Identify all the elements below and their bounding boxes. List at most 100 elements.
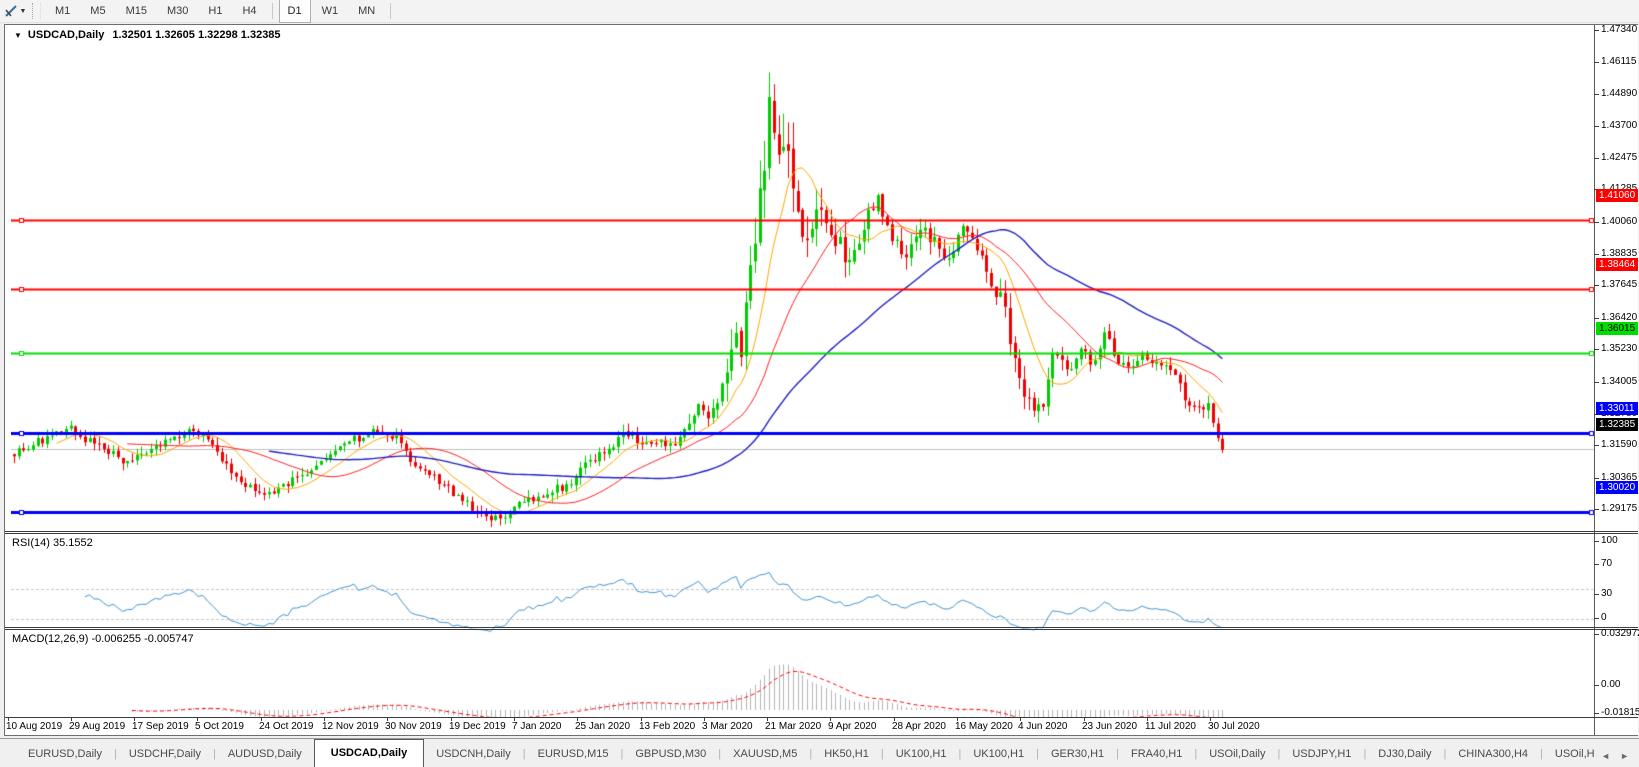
price-tick-mark <box>1594 94 1599 95</box>
tab-scroll-arrows: ◄ ► <box>1601 751 1639 767</box>
price-tick-mark <box>1594 30 1599 31</box>
chart-tab-uk100-h1[interactable]: UK100,H1 <box>961 742 1036 767</box>
chart-tab-usdcnh-daily[interactable]: USDCNH,Daily <box>424 742 523 767</box>
chart-tab-usoil-h[interactable]: USOil,H <box>1543 742 1601 767</box>
rsi-tick-label: 100 <box>1601 535 1618 546</box>
price-tick-mark <box>1594 445 1599 446</box>
chart-tab-usdjpy-h1[interactable]: USDJPY,H1 <box>1280 742 1363 767</box>
line-tools-icon[interactable]: ▼ <box>0 1 30 21</box>
price-tick-mark <box>1594 285 1599 286</box>
price-tick-label: 1.46115 <box>1601 56 1637 67</box>
price-tick-label: 1.37645 <box>1601 279 1638 290</box>
time-tick-label: 30 Jul 2020 <box>1208 721 1260 732</box>
timeframe-button-m30[interactable]: M30 <box>158 0 197 23</box>
price-tick-label: 1.42475 <box>1601 152 1638 163</box>
pane-separator[interactable] <box>5 629 1638 630</box>
time-tick-label: 5 Oct 2019 <box>195 721 244 732</box>
time-tick-label: 10 Aug 2019 <box>6 721 63 732</box>
macd-tick-label: 0.00 <box>1601 679 1621 690</box>
hline-price-label: 1.38464 <box>1596 258 1638 271</box>
chart-dropdown-icon[interactable]: ▼ <box>14 31 22 40</box>
macd-tick-mark <box>1594 685 1599 686</box>
chart-tab-gbpusd-m30[interactable]: GBPUSD,M30 <box>623 742 718 767</box>
current-price-label: 1.32385 <box>1596 418 1638 431</box>
time-tick-label: 24 Oct 2019 <box>259 721 314 732</box>
timeframe-button-m1[interactable]: M1 <box>46 0 79 23</box>
price-tick-mark <box>1594 222 1599 223</box>
price-tick-label: 1.44890 <box>1601 88 1638 99</box>
chart-tab-eurusd-daily[interactable]: EURUSD,Daily <box>16 742 114 767</box>
chart-tab-dj30-daily[interactable]: DJ30,Daily <box>1366 742 1443 767</box>
chart-tab-usdchf-daily[interactable]: USDCHF,Daily <box>117 742 213 767</box>
timeframe-button-m15[interactable]: M15 <box>117 0 156 23</box>
pane-separator[interactable] <box>5 627 1638 628</box>
time-axis[interactable]: 10 Aug 2019 29 Aug 2019 17 Sep 2019 5 Oct 2… <box>5 717 1594 735</box>
time-tick-label: 19 Dec 2019 <box>449 721 506 732</box>
macd-tick-label: 0.032972 <box>1601 628 1639 639</box>
chart-symbol-label: USDCAD,Daily <box>27 29 105 41</box>
chart-tab-eurusd-m15[interactable]: EURUSD,M15 <box>526 742 621 767</box>
price-tick-mark <box>1594 158 1599 159</box>
time-tick-label: 9 Apr 2020 <box>828 721 877 732</box>
chart-title: ▼ USDCAD,Daily 1.32501 1.32605 1.32298 1… <box>14 29 281 41</box>
time-tick-label: 11 Jul 2020 <box>1145 721 1196 732</box>
price-tick-label: 1.43700 <box>1601 120 1638 131</box>
timeframe-button-h4[interactable]: H4 <box>233 0 265 23</box>
timeframe-button-m5[interactable]: M5 <box>81 0 114 23</box>
timeframe-button-mn[interactable]: MN <box>349 0 384 23</box>
timeframe-button-w1[interactable]: W1 <box>313 0 348 23</box>
time-tick-label: 23 Jun 2020 <box>1082 721 1138 732</box>
price-tick-label: 1.47340 <box>1601 24 1638 35</box>
tab-scroll-left-icon[interactable]: ◄ <box>1601 751 1610 761</box>
chart-tab-xauusd-m5[interactable]: XAUUSD,M5 <box>721 742 809 767</box>
timeframe-buttons: M1 M5 M15 M30 H1 H4 D1 W1 MN <box>45 0 396 23</box>
chart-tab-fra40-h1[interactable]: FRA40,H1 <box>1119 742 1194 767</box>
toolbar-separator <box>271 3 273 19</box>
chart-tab-ger30-h1[interactable]: GER30,H1 <box>1039 742 1116 767</box>
rsi-tick-mark <box>1594 594 1599 595</box>
crosshair-pointer-icon <box>4 5 17 17</box>
rsi-tick-mark <box>1594 541 1599 542</box>
pane-separator[interactable] <box>5 533 1638 534</box>
price-tick-mark <box>1594 478 1599 479</box>
tab-scroll-right-icon[interactable]: ► <box>1620 751 1629 761</box>
chart-tab-china300-h4[interactable]: CHINA300,H4 <box>1446 742 1540 767</box>
time-tick-label: 30 Nov 2019 <box>385 721 442 732</box>
pane-separator <box>5 717 1638 718</box>
time-tick-label: 3 Mar 2020 <box>702 721 753 732</box>
price-tick-mark <box>1594 349 1599 350</box>
dropdown-caret-icon: ▼ <box>19 7 27 15</box>
macd-tick-label: -0.01815 <box>1601 707 1639 718</box>
hline-price-label: 1.30020 <box>1596 481 1638 494</box>
chart-tab-usoil-daily[interactable]: USOil,Daily <box>1197 742 1277 767</box>
mt4-application: ▼ M1 M5 M15 M30 H1 H4 D1 W1 MN ▼ USDCAD,Daily 1.… <box>0 0 1639 767</box>
chart-ohlc-values: 1.32501 1.32605 1.32298 1.32385 <box>112 29 281 41</box>
rsi-tick-label: 30 <box>1601 588 1613 599</box>
time-tick-label: 21 Mar 2020 <box>765 721 822 732</box>
rsi-indicator-label: RSI(14) 35.1552 <box>12 537 93 549</box>
price-tick-label: 1.31590 <box>1601 439 1638 450</box>
time-tick-label: 29 Aug 2019 <box>69 721 126 732</box>
time-tick-label: 12 Nov 2019 <box>322 721 379 732</box>
chart-tab-hk50-h1[interactable]: HK50,H1 <box>812 742 881 767</box>
macd-indicator-label: MACD(12,26,9) -0.006255 -0.005747 <box>12 633 194 645</box>
price-tick-mark <box>1594 254 1599 255</box>
chart-tab-audusd-daily[interactable]: AUDUSD,Daily <box>216 742 314 767</box>
price-tick-mark <box>1594 62 1599 63</box>
price-tick-label: 1.40060 <box>1601 216 1638 227</box>
price-tick-mark <box>1594 126 1599 127</box>
macd-tick-mark <box>1594 713 1599 714</box>
chart-tab-strip: EURUSD,Daily | USDCHF,Daily | AUDUSD,Daily US… <box>0 739 1601 767</box>
price-tick-mark <box>1594 382 1599 383</box>
chart-tab-usdcad-daily[interactable]: USDCAD,Daily <box>313 739 425 767</box>
time-tick-label: 28 Apr 2020 <box>892 721 946 732</box>
chart-tab-uk100-h1[interactable]: UK100,H1 <box>884 742 959 767</box>
hline-price-label: 1.41060 <box>1596 189 1638 202</box>
price-tick-mark <box>1594 318 1599 319</box>
pane-separator[interactable] <box>5 531 1638 532</box>
timeframe-button-h1[interactable]: H1 <box>199 0 231 23</box>
timeframe-button-d1[interactable]: D1 <box>278 0 311 23</box>
chart-canvas[interactable] <box>11 50 1599 742</box>
price-tick-mark <box>1594 509 1599 510</box>
chart-tab-bar: EURUSD,Daily | USDCHF,Daily | AUDUSD,Daily US… <box>0 738 1639 767</box>
